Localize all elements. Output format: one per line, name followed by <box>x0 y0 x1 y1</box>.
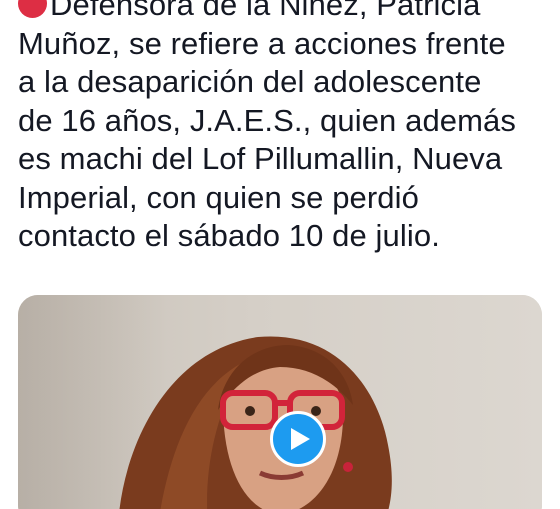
tweet-text-line: de 16 años, J.A.E.S., quien además <box>18 102 516 138</box>
video-player[interactable] <box>18 295 542 509</box>
tweet-text-line: a la desaparición del adolescente <box>18 64 482 99</box>
tweet-text-line: contacto el sábado 10 de julio. <box>18 218 440 253</box>
tweet: Defensora de la Niñez, Patricia Muñoz, s… <box>0 0 560 509</box>
tweet-text-line: Imperial, con quien se perdió <box>18 179 419 215</box>
play-icon <box>291 428 310 450</box>
person-earring <box>343 462 353 472</box>
tweet-text-line-content: Defensora de la Niñez, Patricia <box>50 0 481 22</box>
tweet-text: Defensora de la Niñez, Patricia Muñoz, s… <box>18 0 548 256</box>
red-circle-icon <box>18 0 47 18</box>
play-button[interactable] <box>270 411 326 467</box>
tweet-text-line: Defensora de la Niñez, Patricia <box>18 0 548 25</box>
tweet-text-line: Muñoz, se refiere a acciones frente <box>18 25 506 61</box>
tweet-text-line: es machi del Lof Pillumallin, Nueva <box>18 141 503 176</box>
video-thumbnail-person <box>119 336 392 509</box>
